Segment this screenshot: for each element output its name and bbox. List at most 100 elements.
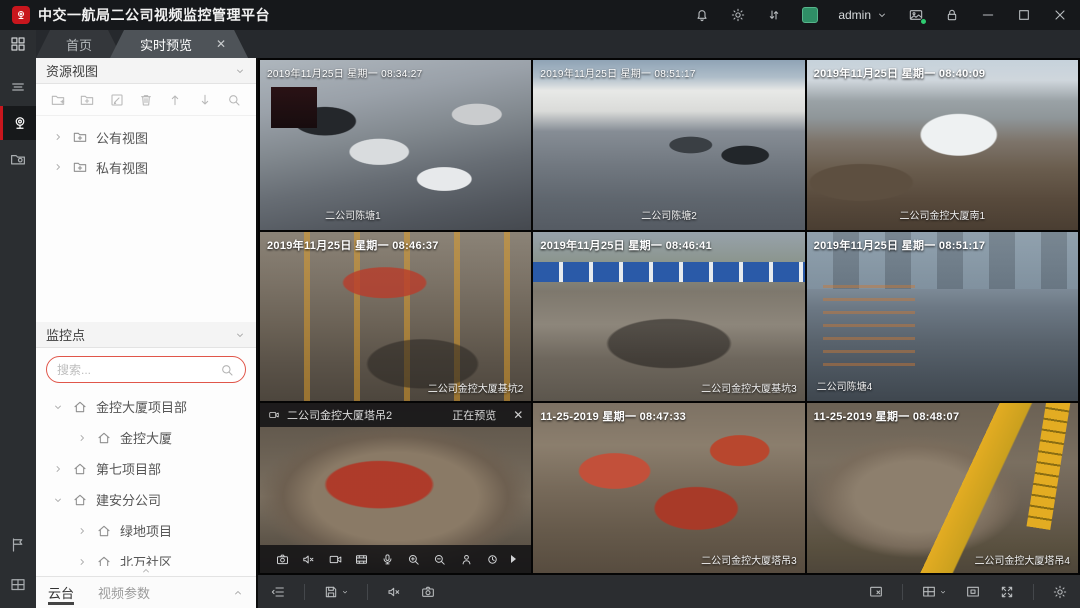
chevron-down-icon — [939, 588, 947, 596]
layout-select-button[interactable] — [921, 584, 947, 600]
camera-name-overlay: 二公司陈塘4 — [817, 378, 873, 393]
online-status-dot — [920, 18, 927, 25]
panel-collapse-handle[interactable] — [36, 566, 256, 576]
move-down-button[interactable] — [197, 92, 213, 108]
tree-item-jinkong-plaza[interactable]: 金控大厦 — [36, 422, 256, 453]
snapshot-all-button[interactable] — [420, 584, 436, 600]
save-view-button[interactable] — [323, 584, 349, 600]
digital-zoom-button[interactable] — [406, 552, 421, 567]
sidebar-flag-icon[interactable] — [0, 528, 36, 562]
tab-live-preview[interactable]: 实时预览 ✕ — [110, 30, 248, 58]
search-views-button[interactable] — [226, 92, 242, 108]
instant-playback-button[interactable] — [485, 552, 500, 567]
chevron-right-icon[interactable] — [52, 161, 64, 173]
video-cell-3[interactable]: 2019年11月25日 星期一 08:40:09 二公司金控大厦南1 — [807, 60, 1078, 230]
close-all-button[interactable] — [868, 584, 884, 600]
timestamp-overlay: 11-25-2019 星期一 08:48:07 — [814, 408, 960, 424]
tab-video-params[interactable]: 视频参数 — [98, 577, 150, 608]
chevron-right-icon[interactable] — [76, 525, 88, 537]
tab-home[interactable]: 首页 — [36, 30, 122, 58]
sidebar-wall-icon[interactable] — [0, 568, 36, 602]
edit-view-button[interactable] — [109, 92, 125, 108]
chevron-down-icon — [341, 588, 349, 596]
lock-icon[interactable] — [944, 7, 960, 23]
camera-name-overlay: 二公司金控大厦塔吊3 — [701, 552, 797, 567]
video-cell-4[interactable]: 2019年11月25日 星期一 08:46:37 二公司金控大厦基坑2 — [260, 232, 531, 402]
apps-grid-icon[interactable] — [0, 30, 36, 58]
user-menu[interactable]: admin — [838, 8, 888, 22]
tree-item-jinkong-plaza-dept[interactable]: 金控大厦项目部 — [36, 391, 256, 422]
tree-item-private-views[interactable]: 私有视图 — [36, 152, 256, 182]
sidebar-menu-icon[interactable] — [0, 70, 36, 104]
search-icon[interactable] — [219, 362, 235, 378]
grid-settings-button[interactable] — [1052, 584, 1068, 600]
video-cell-7-selected[interactable]: 二公司金控大厦塔吊2 正在预览 ✕ — [260, 403, 531, 573]
single-window-button[interactable] — [965, 584, 981, 600]
video-frame — [533, 60, 804, 230]
timestamp-overlay: 2019年11月25日 星期一 08:34:27 — [267, 65, 422, 80]
tree-item-public-views[interactable]: 公有视图 — [36, 122, 256, 152]
move-up-button[interactable] — [167, 92, 183, 108]
video-frame — [260, 60, 531, 230]
home-icon — [96, 430, 112, 446]
sidebar-recordings-icon[interactable] — [0, 142, 36, 176]
settings-gear-icon[interactable] — [730, 7, 746, 23]
tab-close-icon[interactable]: ✕ — [216, 37, 226, 51]
user-avatar[interactable] — [802, 7, 818, 23]
playback-film-button[interactable] — [354, 552, 369, 567]
video-cell-2[interactable]: 2019年11月25日 星期一 08:51:17 二公司陈塘2 — [533, 60, 804, 230]
more-tools-arrow-icon[interactable] — [511, 555, 516, 563]
talk-mic-button[interactable] — [380, 552, 395, 567]
tree-item-greenland-project[interactable]: 绿地项目 — [36, 515, 256, 546]
screenshot-status-icon[interactable] — [908, 7, 924, 23]
minimize-button[interactable] — [980, 7, 996, 23]
new-view-group-button[interactable] — [50, 92, 66, 108]
person-locate-button[interactable] — [459, 552, 474, 567]
video-frame — [260, 232, 531, 402]
home-icon — [72, 492, 88, 508]
tree-item-jianan-branch[interactable]: 建安分公司 — [36, 484, 256, 515]
search-box[interactable] — [46, 356, 246, 383]
new-view-button[interactable] — [79, 92, 95, 108]
camera-name-overlay: 二公司金控大厦南1 — [900, 207, 986, 222]
close-preview-icon[interactable]: ✕ — [513, 408, 523, 422]
mute-audio-button[interactable] — [301, 552, 316, 567]
snapshot-button[interactable] — [275, 552, 290, 567]
mute-all-button[interactable] — [386, 584, 402, 600]
tree-item-beiwan-community[interactable]: 北万社区 — [36, 546, 256, 566]
fullscreen-button[interactable] — [999, 584, 1015, 600]
video-cell-1[interactable]: 2019年11月25日 星期一 08:34:27 二公司陈塘1 — [260, 60, 531, 230]
close-button[interactable] — [1052, 7, 1068, 23]
video-cell-9[interactable]: 11-25-2019 星期一 08:48:07 二公司金控大厦塔吊4 — [807, 403, 1078, 573]
chevron-right-icon[interactable] — [52, 463, 64, 475]
chevron-right-icon[interactable] — [76, 556, 88, 567]
username: admin — [838, 8, 871, 22]
chevron-right-icon[interactable] — [76, 432, 88, 444]
camera-name-overlay: 二公司陈塘1 — [325, 207, 381, 222]
video-cell-5[interactable]: 2019年11月25日 星期一 08:46:41 二公司金控大厦基坑3 — [533, 232, 804, 402]
camera-name-overlay: 二公司陈塘2 — [641, 207, 697, 222]
chevron-up-icon[interactable] — [232, 587, 244, 599]
search-row — [36, 348, 256, 387]
chevron-right-icon[interactable] — [52, 131, 64, 143]
maximize-button[interactable] — [1016, 7, 1032, 23]
video-cell-6[interactable]: 2019年11月25日 星期一 08:51:17 二公司陈塘4 — [807, 232, 1078, 402]
notifications-bell-icon[interactable] — [694, 7, 710, 23]
tab-ptz[interactable]: 云台 — [48, 577, 74, 608]
chevron-down-icon[interactable] — [52, 494, 64, 506]
record-button[interactable] — [328, 552, 343, 567]
resource-tree: 公有视图 私有视图 — [36, 116, 256, 188]
tree-item-seventh-project-dept[interactable]: 第七项目部 — [36, 453, 256, 484]
camera-name-overlay: 二公司金控大厦塔吊4 — [974, 552, 1070, 567]
delete-view-button[interactable] — [138, 92, 154, 108]
sidebar-live-camera-icon[interactable] — [0, 106, 36, 140]
sort-arrows-icon[interactable] — [766, 7, 782, 23]
collapse-panel-button[interactable] — [270, 584, 286, 600]
video-cell-8[interactable]: 11-25-2019 星期一 08:47:33 二公司金控大厦塔吊3 — [533, 403, 804, 573]
zoom-3d-button[interactable] — [432, 552, 447, 567]
chevron-down-icon[interactable] — [52, 401, 64, 413]
timestamp-overlay: 2019年11月25日 星期一 08:51:17 — [540, 65, 695, 80]
monitor-points-header[interactable]: 监控点 — [36, 322, 256, 348]
search-input[interactable] — [57, 363, 219, 377]
resource-view-header[interactable]: 资源视图 — [36, 58, 256, 84]
